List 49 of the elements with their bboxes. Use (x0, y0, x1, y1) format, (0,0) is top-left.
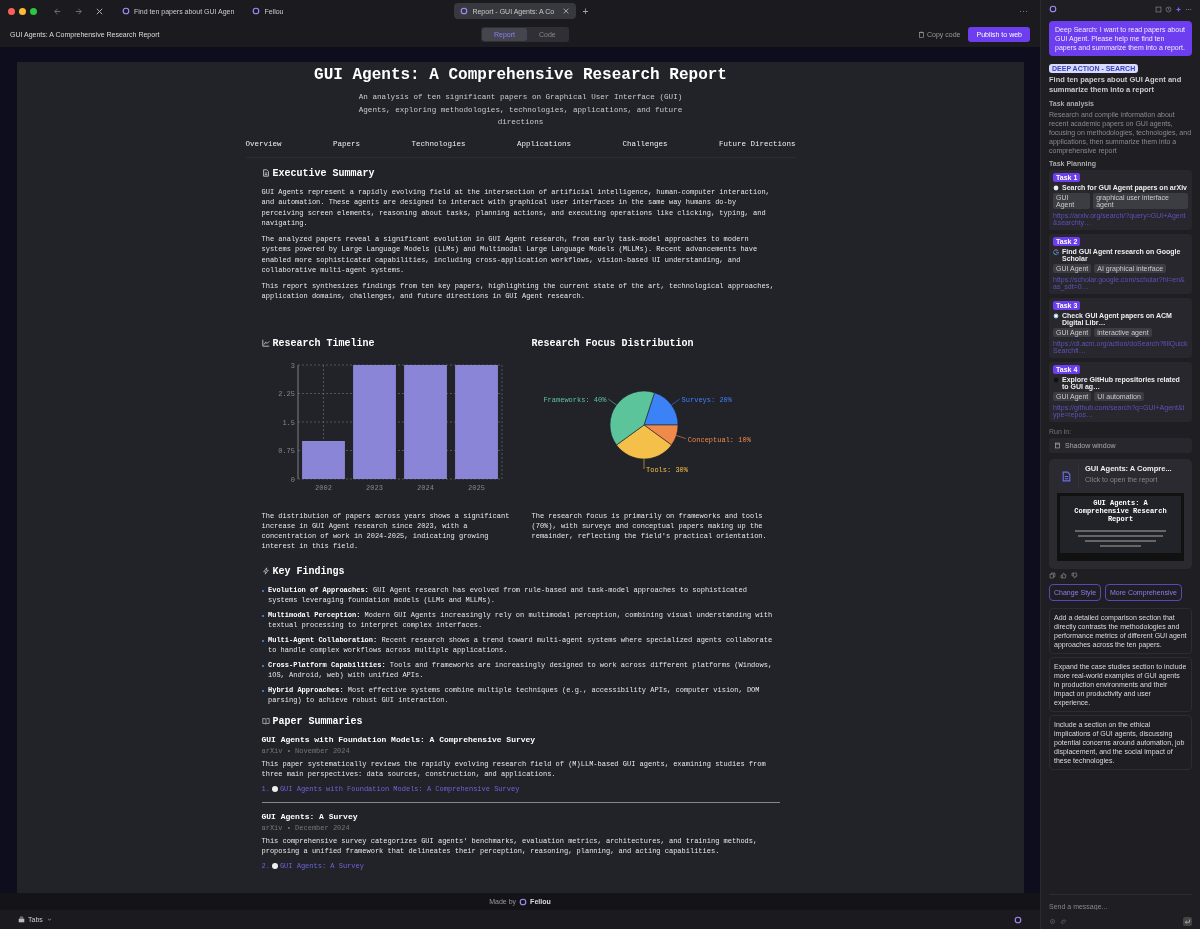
leader-line (607, 398, 617, 405)
leader-line (670, 398, 680, 405)
section-heading: Executive Summary (272, 167, 375, 179)
thumbs-down-icon[interactable] (1071, 572, 1078, 579)
ring-icon (1053, 249, 1059, 255)
leader-line (643, 458, 644, 469)
report-title: GUI Agents: A Comprehensive Research Report (313, 66, 728, 84)
site-icon (271, 862, 278, 869)
stack-icon (18, 916, 25, 923)
close-icon[interactable] (562, 7, 571, 15)
section-heading: Research Timeline (272, 337, 375, 349)
ring-icon (460, 7, 469, 15)
section-heading: Research Focus Distribution (531, 337, 694, 349)
section-heading: Paper Summaries (272, 715, 363, 727)
more-button[interactable]: ··· (1019, 6, 1028, 16)
back-icon[interactable] (53, 6, 62, 16)
section-heading: Key Findings (272, 565, 345, 577)
gear-icon[interactable] (1049, 918, 1056, 925)
forward-icon[interactable] (74, 6, 83, 16)
thumbs-up-icon[interactable] (1060, 572, 1067, 579)
history-icon[interactable] (1165, 5, 1172, 13)
book-icon (261, 717, 270, 725)
window-controls-icon[interactable] (8, 7, 37, 15)
lightning-icon (261, 567, 270, 575)
ring-icon (122, 7, 130, 15)
window-icon (1054, 442, 1061, 449)
ring-icon (1049, 5, 1057, 13)
line-chart-icon (261, 339, 270, 347)
new-tab-button[interactable]: + (582, 5, 589, 17)
paper-title: GUI Agents with Foundation Models: A Comprehensive Survey (261, 734, 537, 744)
ring-icon (252, 7, 261, 15)
window-icon[interactable] (1155, 5, 1162, 13)
ring-icon[interactable] (1014, 915, 1022, 924)
circle-icon (1053, 313, 1059, 319)
circle-icon (1053, 185, 1059, 191)
send-button[interactable] (1183, 917, 1192, 926)
paper-title: GUI Agents: A Survey (261, 811, 359, 821)
document-icon (261, 169, 270, 177)
copy-icon[interactable] (1049, 572, 1056, 579)
clipboard-icon (918, 31, 925, 38)
close-icon[interactable] (95, 6, 104, 16)
caret-icon (45, 916, 53, 923)
leader-line (675, 434, 686, 439)
attachment-icon[interactable] (1060, 918, 1067, 925)
circle-icon (1053, 377, 1059, 383)
site-icon (271, 785, 278, 792)
ring-icon (519, 897, 528, 906)
sparkle-icon[interactable] (1175, 5, 1182, 13)
bar (301, 440, 345, 479)
